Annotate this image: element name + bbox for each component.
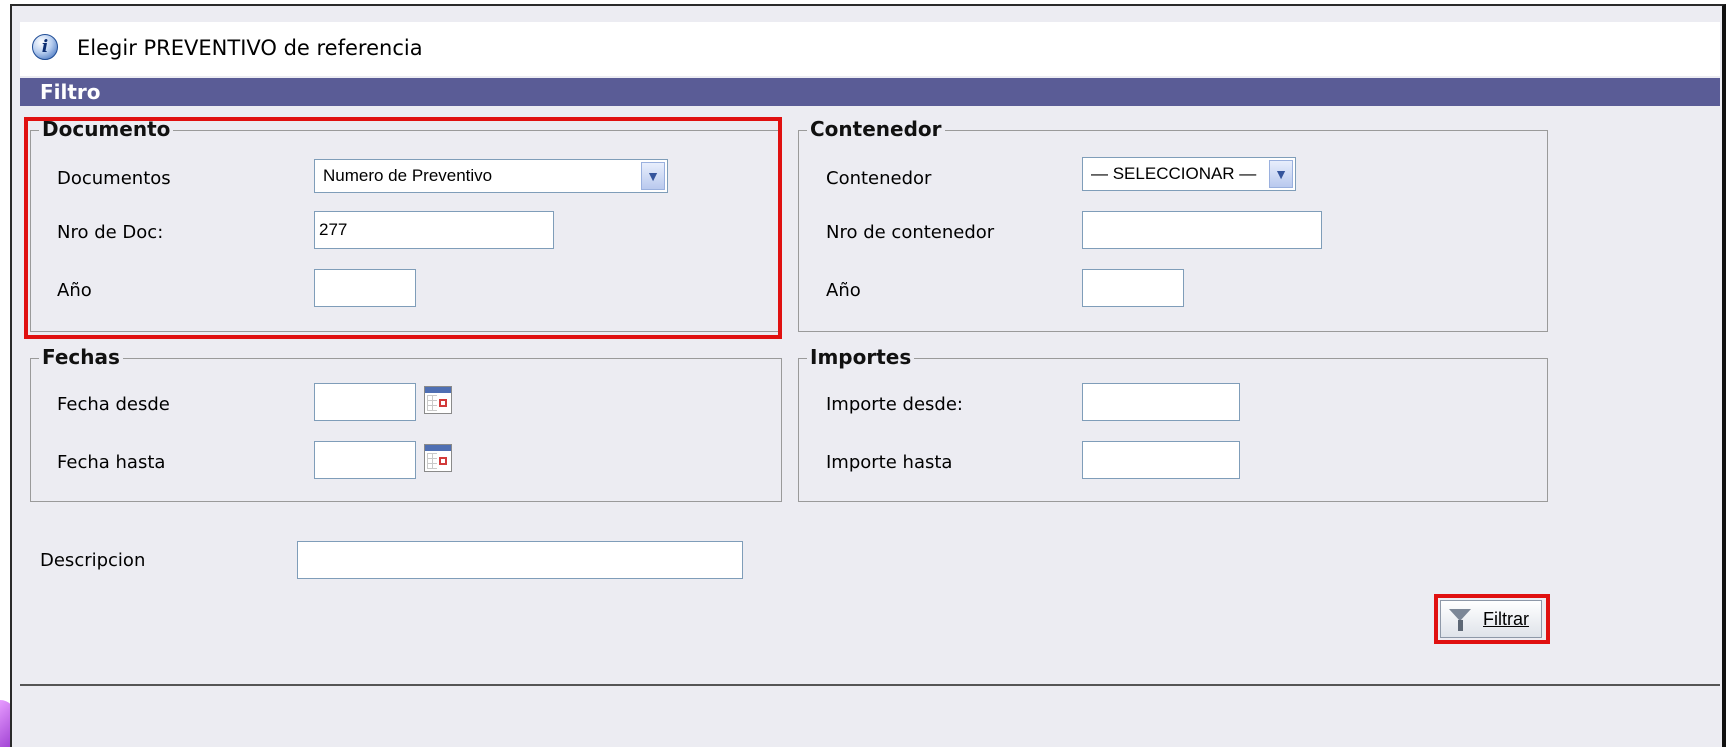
fecha-hasta-label: Fecha hasta [57,452,166,473]
page-title: Elegir PREVENTIVO de referencia [77,36,423,60]
importe-hasta-input[interactable] [1082,441,1240,479]
contenedor-select-value: — SELECCIONAR — [1091,164,1257,183]
anio-contenedor-input[interactable] [1082,269,1184,307]
filtrar-highlight [1434,594,1550,644]
documento-highlight [24,117,782,339]
anio-contenedor-label: Año [826,280,861,301]
fecha-desde-input[interactable] [314,383,416,421]
nro-contenedor-input[interactable] [1082,211,1322,249]
bottom-divider [20,684,1720,686]
importe-desde-label: Importe desde: [826,394,963,415]
descripcion-label: Descripcion [40,550,146,571]
contenedor-legend: Contenedor [807,117,945,141]
calendar-icon[interactable] [424,386,452,414]
chevron-down-icon[interactable]: ▼ [1269,160,1293,188]
fechas-legend: Fechas [39,345,123,369]
descripcion-input[interactable] [297,541,743,579]
importe-desde-input[interactable] [1082,383,1240,421]
importes-fieldset: Importes [798,345,1548,502]
filter-section-header: Filtro [20,78,1720,106]
calendar-icon[interactable] [424,444,452,472]
fechas-fieldset: Fechas [30,345,782,502]
contenedor-label: Contenedor [826,168,932,189]
importe-hasta-label: Importe hasta [826,452,953,473]
contenedor-select[interactable]: — SELECCIONAR — ▼ [1082,157,1296,191]
importes-legend: Importes [807,345,915,369]
fecha-desde-label: Fecha desde [57,394,170,415]
nro-contenedor-label: Nro de contenedor [826,222,995,243]
info-icon: i [32,34,58,60]
fecha-hasta-input[interactable] [314,441,416,479]
